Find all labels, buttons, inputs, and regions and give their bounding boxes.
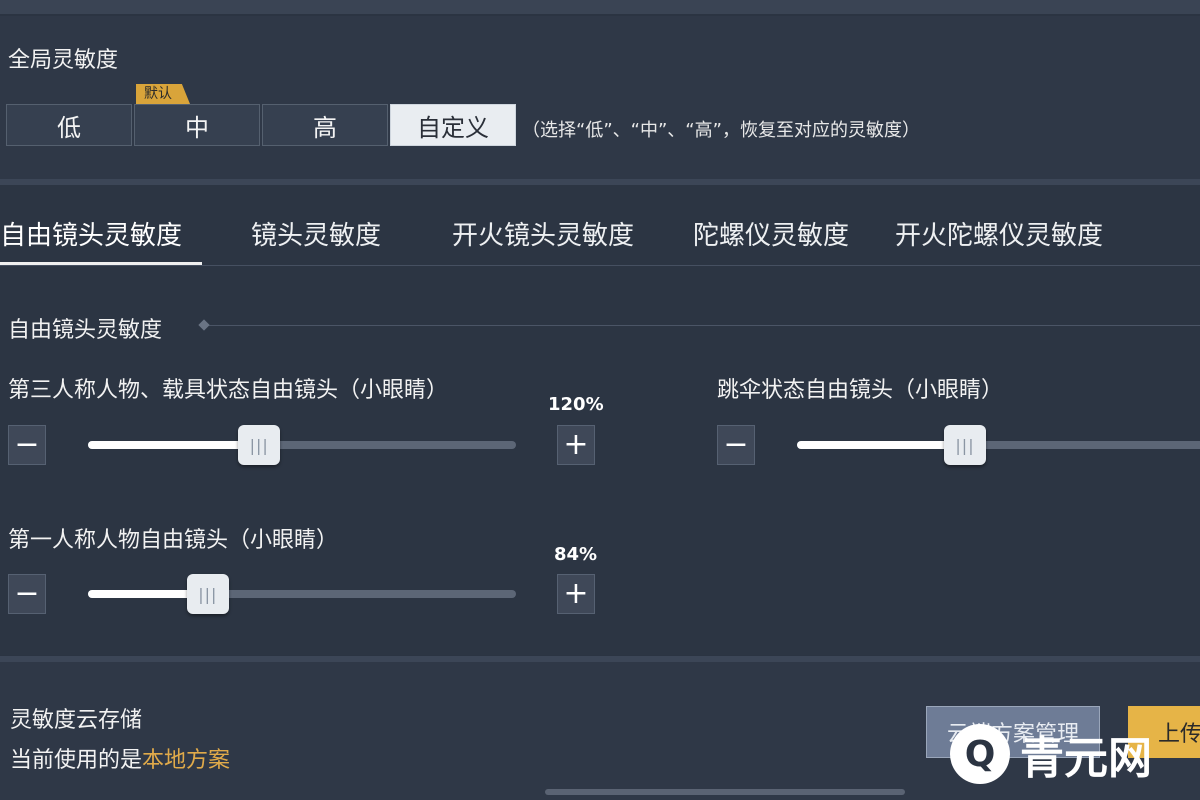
decrease-button[interactable]: − — [717, 425, 755, 465]
tab-gyroscope[interactable]: 陀螺仪灵敏度 — [693, 215, 849, 252]
watermark-text: 青元网 — [1020, 733, 1152, 784]
cloud-storage-title: 灵敏度云存储 — [10, 708, 143, 733]
preset-custom-button[interactable]: 自定义 — [390, 104, 516, 146]
tabs-divider — [0, 265, 1200, 266]
global-sensitivity-title: 全局灵敏度 — [8, 48, 119, 73]
horizontal-scrollbar[interactable] — [545, 789, 905, 795]
slider-parachute[interactable]: ||| — [797, 425, 1200, 465]
tab-fire-camera[interactable]: 开火镜头灵敏度 — [452, 215, 634, 252]
tab-free-camera[interactable]: 自由镜头灵敏度 — [0, 215, 182, 252]
slider-fill — [88, 441, 260, 449]
section-title: 自由镜头灵敏度 — [8, 318, 163, 343]
tab-camera[interactable]: 镜头灵敏度 — [251, 215, 381, 252]
slider-label-parachute: 跳伞状态自由镜头（小眼睛） — [717, 378, 1004, 403]
top-bar — [0, 0, 1200, 14]
increase-button[interactable]: + — [557, 574, 595, 614]
watermark: Q 青元网 — [950, 722, 1152, 786]
decrease-button[interactable]: − — [8, 425, 46, 465]
default-tag: 默认 — [136, 84, 190, 104]
cloud-current-prefix: 当前使用的是 — [10, 748, 143, 773]
slider-thumb[interactable]: ||| — [186, 574, 229, 614]
slider-third-person[interactable]: ||| — [88, 425, 516, 465]
preset-low-button[interactable]: 低 — [6, 104, 132, 146]
slider-value-third-person: 120% — [548, 394, 604, 415]
slider-thumb[interactable]: ||| — [944, 425, 986, 465]
slider-fill — [797, 441, 965, 449]
section-divider — [200, 325, 1200, 326]
cloud-current-plan: 当前使用的是本地方案 — [10, 742, 230, 774]
slider-label-first-person: 第一人称人物自由镜头（小眼睛） — [8, 528, 339, 553]
preset-selector: 低 中 高 自定义 — [6, 104, 518, 148]
watermark-logo-icon: Q — [950, 724, 1010, 784]
cloud-current-value: 本地方案 — [142, 748, 231, 773]
decrease-button[interactable]: − — [8, 574, 46, 614]
slider-label-third-person: 第三人称人物、载具状态自由镜头（小眼睛） — [8, 378, 449, 403]
preset-high-button[interactable]: 高 — [262, 104, 388, 146]
increase-button[interactable]: + — [557, 425, 595, 465]
preset-medium-button[interactable]: 中 — [134, 104, 260, 146]
slider-thumb[interactable]: ||| — [238, 425, 281, 465]
slider-first-person[interactable]: ||| — [88, 574, 516, 614]
slider-value-first-person: 84% — [554, 544, 598, 565]
preset-hint: （选择“低”、“中”、“高”，恢复至对应的灵敏度） — [522, 120, 920, 141]
tab-fire-gyroscope[interactable]: 开火陀螺仪灵敏度 — [895, 215, 1103, 252]
tab-bar: 自由镜头灵敏度 镜头灵敏度 开火镜头灵敏度 陀螺仪灵敏度 开火陀螺仪灵敏度 — [0, 205, 1200, 265]
